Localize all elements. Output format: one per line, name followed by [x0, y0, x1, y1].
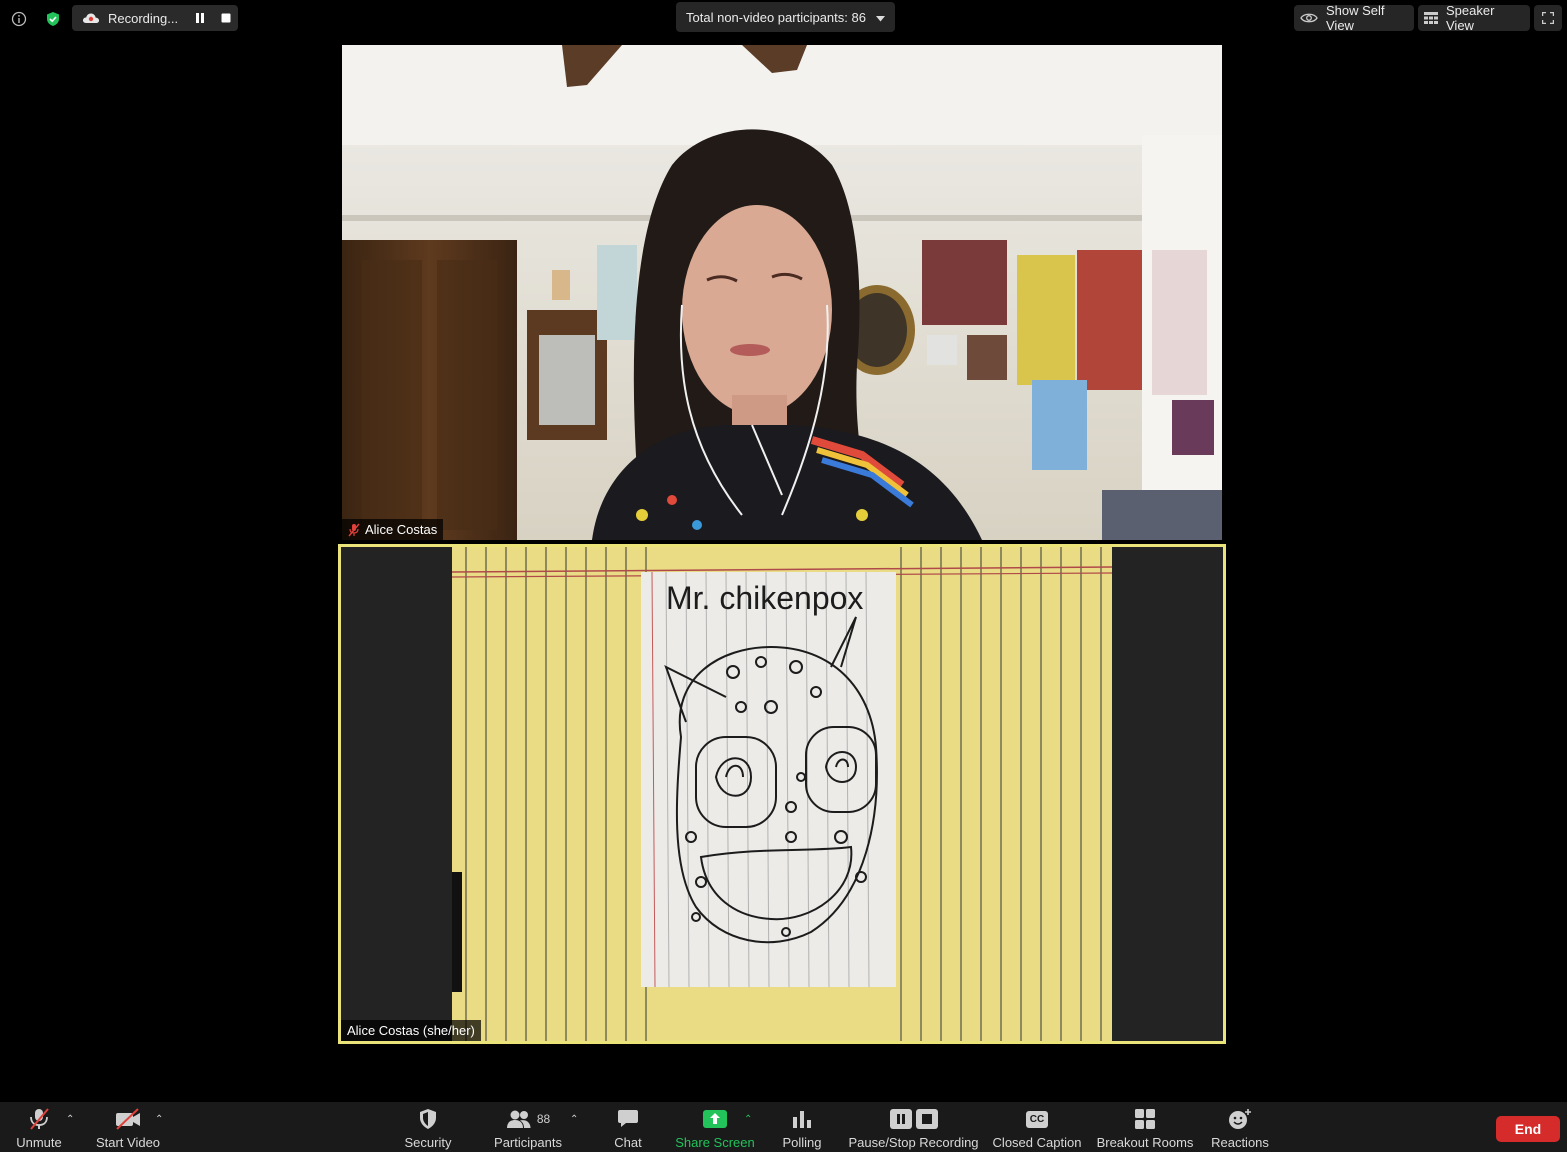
- recording-label: Recording...: [108, 10, 179, 26]
- show-self-view-button[interactable]: Show Self View: [1294, 3, 1414, 33]
- chevron-down-icon: [875, 10, 885, 25]
- end-meeting-button[interactable]: End: [1496, 1116, 1560, 1142]
- participant-name-tag: Alice Costas (she/her): [341, 1020, 481, 1041]
- video-options-chevron-icon[interactable]: ⌃: [155, 1114, 163, 1125]
- start-video-label: Start Video: [95, 1135, 161, 1150]
- cloud-recording-icon: [82, 12, 100, 24]
- polling-button[interactable]: Polling: [778, 1102, 826, 1152]
- participants-button[interactable]: 88 Participants: [490, 1102, 566, 1152]
- video-off-icon: [114, 1105, 142, 1133]
- start-video-button[interactable]: Start Video: [94, 1102, 162, 1152]
- eye-icon: [1300, 12, 1318, 24]
- stop-recording-icon[interactable]: [219, 11, 233, 25]
- video-tile-alice-costas-she-her[interactable]: Mr. chikenpox Alice Costas (she/her): [338, 544, 1226, 1044]
- security-button[interactable]: Security: [398, 1102, 458, 1152]
- closed-caption-icon: CC: [1025, 1105, 1049, 1133]
- drawing-title: Mr. chikenpox: [666, 580, 863, 616]
- room-video-frame: [342, 45, 1222, 540]
- muted-mic-icon: [28, 1105, 50, 1133]
- meeting-info-icon[interactable]: [6, 6, 32, 32]
- participants-label: Participants: [494, 1135, 562, 1150]
- smiley-plus-icon: [1228, 1105, 1252, 1133]
- breakout-rooms-button[interactable]: Breakout Rooms: [1095, 1102, 1195, 1152]
- participants-icon: 88: [506, 1105, 550, 1133]
- pause-recording-icon[interactable]: [193, 11, 207, 25]
- security-label: Security: [404, 1135, 452, 1150]
- share-screen-icon: [702, 1105, 728, 1133]
- closed-caption-label: Closed Caption: [992, 1135, 1082, 1150]
- audio-options-chevron-icon[interactable]: ⌃: [66, 1114, 74, 1125]
- share-screen-button[interactable]: Share Screen: [674, 1102, 756, 1152]
- show-self-view-label: Show Self View: [1326, 3, 1385, 33]
- participant-name: Alice Costas: [365, 522, 438, 537]
- non-video-participants-dropdown[interactable]: Total non-video participants: 86: [676, 2, 895, 32]
- encryption-shield-icon[interactable]: [40, 6, 66, 32]
- participants-count: 88: [536, 1112, 551, 1126]
- participants-options-chevron-icon[interactable]: ⌃: [570, 1114, 578, 1125]
- pause-stop-recording-label: Pause/Stop Recording: [848, 1135, 979, 1150]
- shield-icon: [418, 1105, 438, 1133]
- fullscreen-button[interactable]: [1534, 5, 1562, 31]
- breakout-rooms-label: Breakout Rooms: [1096, 1135, 1194, 1150]
- fullscreen-icon: [1542, 12, 1554, 24]
- recording-indicator: Recording...: [72, 5, 238, 31]
- pause-stop-icon: [889, 1105, 939, 1133]
- participant-name: Alice Costas (she/her): [347, 1023, 475, 1038]
- unmute-label: Unmute: [16, 1135, 62, 1150]
- share-screen-label: Share Screen: [675, 1135, 755, 1150]
- chat-bubble-icon: [617, 1105, 639, 1133]
- muted-mic-icon: [348, 523, 360, 537]
- polling-label: Polling: [782, 1135, 822, 1150]
- pause-stop-recording-button[interactable]: Pause/Stop Recording: [846, 1102, 981, 1152]
- breakout-rooms-icon: [1134, 1105, 1156, 1133]
- cc-badge: CC: [1025, 1110, 1049, 1128]
- participants-summary-text: Total non-video participants: 86: [686, 9, 866, 25]
- meeting-toolbar: Unmute ⌃ Start Video ⌃ Security 88 Parti…: [0, 1102, 1567, 1152]
- chat-label: Chat: [614, 1135, 642, 1150]
- speaker-view-label: Speaker View: [1446, 3, 1495, 33]
- gallery-grid-icon: [1424, 12, 1438, 24]
- bar-chart-icon: [792, 1105, 812, 1133]
- chat-button[interactable]: Chat: [605, 1102, 651, 1152]
- drawing-video-frame: Mr. chikenpox: [341, 547, 1223, 1041]
- unmute-button[interactable]: Unmute: [12, 1102, 66, 1152]
- share-options-chevron-icon[interactable]: ⌃: [744, 1114, 752, 1125]
- video-tile-alice-costas[interactable]: Alice Costas: [342, 45, 1222, 540]
- participant-name-tag: Alice Costas: [342, 519, 444, 540]
- reactions-label: Reactions: [1211, 1135, 1269, 1150]
- closed-caption-button[interactable]: CC Closed Caption: [990, 1102, 1084, 1152]
- speaker-view-button[interactable]: Speaker View: [1418, 3, 1530, 33]
- reactions-button[interactable]: Reactions: [1208, 1102, 1272, 1152]
